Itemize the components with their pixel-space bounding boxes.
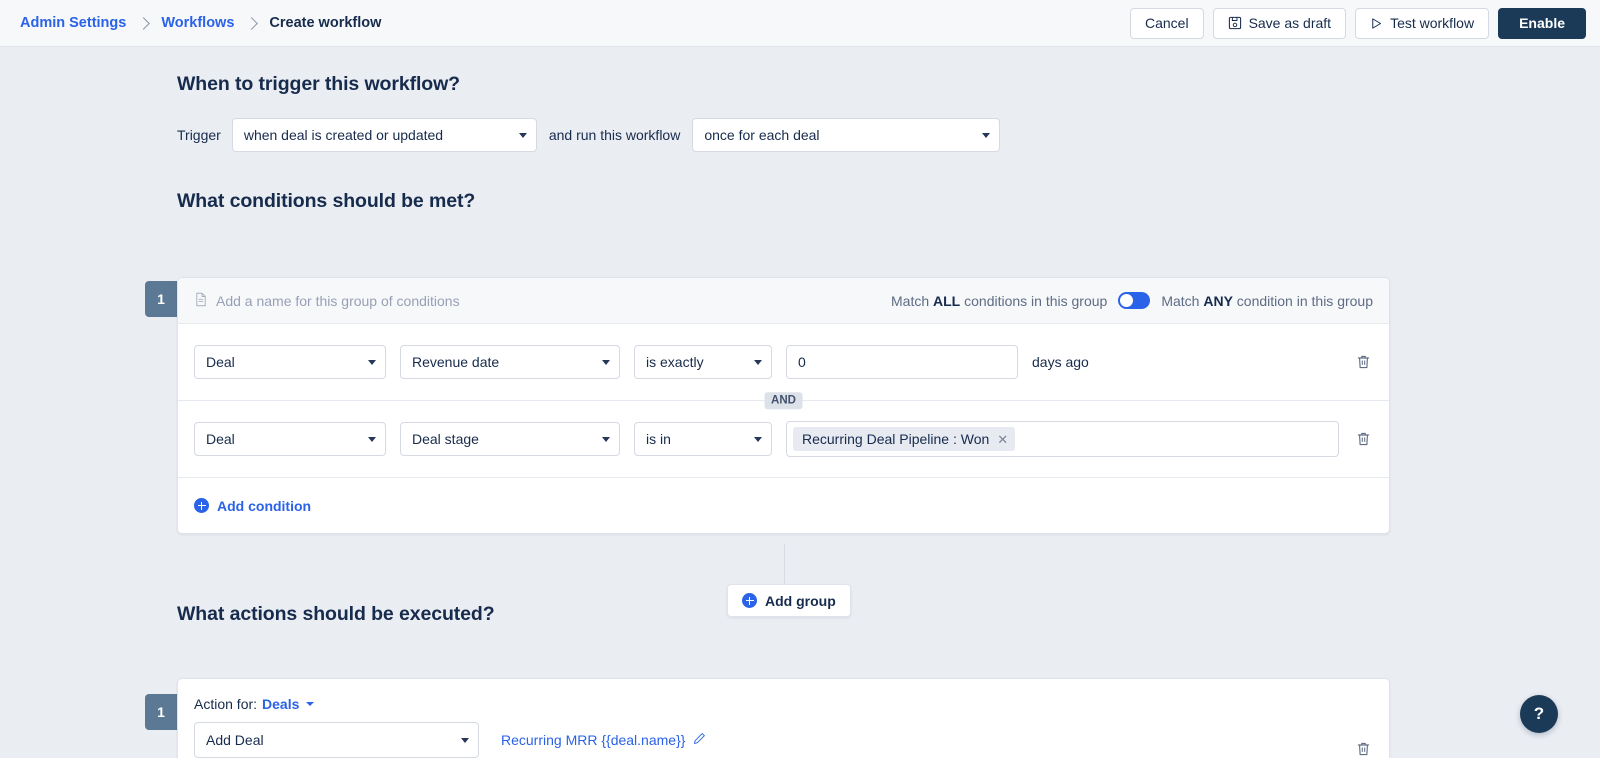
group-connector-line [784,544,785,586]
breadcrumb-item-create-workflow: Create workflow [269,15,382,31]
trigger-event-select[interactable]: when deal is created or updated [231,118,537,152]
condition-operator-value: is exactly [646,354,704,370]
conditions-section-title: What conditions should be met? [177,190,476,212]
workflow-builder-canvas: When to trigger this workflow? Trigger w… [0,47,1600,758]
breadcrumb-item-workflows[interactable]: Workflows [161,15,234,31]
run-mode-select[interactable]: once for each deal [692,118,1001,152]
add-condition-button[interactable]: Add condition [194,498,311,514]
action-type-select[interactable]: Add Deal [194,722,479,758]
delete-action-button[interactable] [1353,739,1373,758]
condition-operator-select[interactable]: is exactly [634,345,772,379]
add-condition-bar: Add condition [178,477,1389,533]
action-for-object-select[interactable]: Deals [262,696,299,712]
action-template-label: Recurring MRR {{deal.name}} [501,732,686,748]
condition-object-value: Deal [206,431,235,447]
action-card: Action for: Deals Add Deal Recurring MRR… [177,678,1390,758]
add-condition-label: Add condition [217,497,312,514]
breadcrumb: Admin Settings Workflows Create workflow [20,15,381,31]
chevron-down-icon [754,360,762,365]
delete-condition-button[interactable] [1353,429,1373,449]
delete-condition-button[interactable] [1353,352,1373,372]
condition-property-select[interactable]: Deal stage [400,422,620,456]
condition-operator-value: is in [646,431,671,447]
trigger-row: Trigger when deal is created or updated … [177,118,1001,152]
selected-value-chip: Recurring Deal Pipeline : Won ✕ [793,427,1016,451]
document-icon [194,292,208,310]
match-mode-control: Match ALL conditions in this group Match… [891,292,1373,309]
enable-button[interactable]: Enable [1498,7,1586,39]
action-type-value: Add Deal [206,732,264,748]
condition-property-value: Revenue date [412,354,500,370]
top-bar-actions: Cancel Save as draft Test workflow Enabl… [1129,7,1586,39]
add-group-label: Add group [765,592,836,609]
condition-row: Deal Revenue date is exactly days ago [178,324,1389,400]
test-workflow-button[interactable]: Test workflow [1355,7,1490,39]
condition-group-header: Add a name for this group of conditions … [178,278,1389,324]
enable-button-label: Enable [1519,15,1565,31]
save-as-draft-button[interactable]: Save as draft [1212,7,1347,39]
condition-object-select[interactable]: Deal [194,422,386,456]
add-group-button[interactable]: Add group [727,584,851,617]
trigger-section: When to trigger this workflow? Trigger w… [177,73,1001,152]
chevron-down-icon [518,133,527,138]
trigger-section-title: When to trigger this workflow? [177,73,460,95]
chevron-right-icon [137,16,151,30]
chevron-down-icon [754,437,762,442]
chevron-down-icon [368,360,376,365]
condition-property-select[interactable]: Revenue date [400,345,620,379]
condition-group-card: Add a name for this group of conditions … [177,277,1390,534]
chevron-down-icon [306,702,315,706]
condition-value-unit: days ago [1032,354,1089,370]
chevron-down-icon [368,437,376,442]
help-button[interactable]: ? [1520,695,1558,733]
trigger-label: Trigger [177,127,221,143]
group-name-input[interactable]: Add a name for this group of conditions [194,292,460,310]
actions-section-title: What actions should be executed? [177,603,495,625]
action-for-label: Action for: [194,696,258,712]
selected-value-chip-label: Recurring Deal Pipeline : Won [802,431,990,447]
floppy-disk-icon [1228,16,1242,30]
toggle-knob [1120,294,1134,307]
help-button-label: ? [1533,704,1545,723]
test-workflow-label: Test workflow [1390,15,1475,31]
chevron-down-icon [982,133,991,138]
match-all-label: Match ALL conditions in this group [891,292,1108,309]
top-bar: Admin Settings Workflows Create workflow… [0,0,1600,47]
remove-chip-icon[interactable]: ✕ [997,433,1008,446]
match-mode-toggle[interactable] [1118,292,1151,309]
condition-value-multiselect[interactable]: Recurring Deal Pipeline : Won ✕ [786,421,1339,457]
cancel-button[interactable]: Cancel [1129,7,1204,39]
chevron-down-icon [461,738,469,743]
trigger-event-value: when deal is created or updated [243,127,444,143]
group-name-placeholder: Add a name for this group of conditions [216,292,460,309]
chevron-down-icon [602,360,610,365]
plus-circle-icon [194,498,209,513]
condition-object-value: Deal [206,354,235,370]
conditions-section: What conditions should be met? [177,190,475,213]
condition-operator-select[interactable]: is in [634,422,772,456]
save-as-draft-label: Save as draft [1248,15,1332,31]
cancel-button-label: Cancel [1144,15,1189,31]
action-for-row: Action for: Deals [178,679,1389,712]
condition-row: Deal Deal stage is in Recurring Deal Pip… [178,401,1389,477]
action-row: Add Deal Recurring MRR {{deal.name}} [178,712,1389,758]
action-number: 1 [145,694,177,730]
actions-section: What actions should be executed? [177,603,495,626]
breadcrumb-item-admin-settings[interactable]: Admin Settings [20,15,126,31]
condition-object-select[interactable]: Deal [194,345,386,379]
play-icon [1370,17,1383,30]
condition-value-input[interactable] [786,345,1018,379]
run-mode-label: and run this workflow [548,127,681,143]
plus-circle-icon [742,593,757,608]
chevron-down-icon [602,437,610,442]
condition-property-value: Deal stage [412,431,479,447]
pencil-icon[interactable] [693,732,706,748]
match-any-label: Match ANY condition in this group [1161,292,1373,309]
condition-group-number: 1 [145,281,177,317]
run-mode-value: once for each deal [704,127,820,143]
chevron-right-icon [245,16,259,30]
action-template-link[interactable]: Recurring MRR {{deal.name}} [501,732,706,748]
